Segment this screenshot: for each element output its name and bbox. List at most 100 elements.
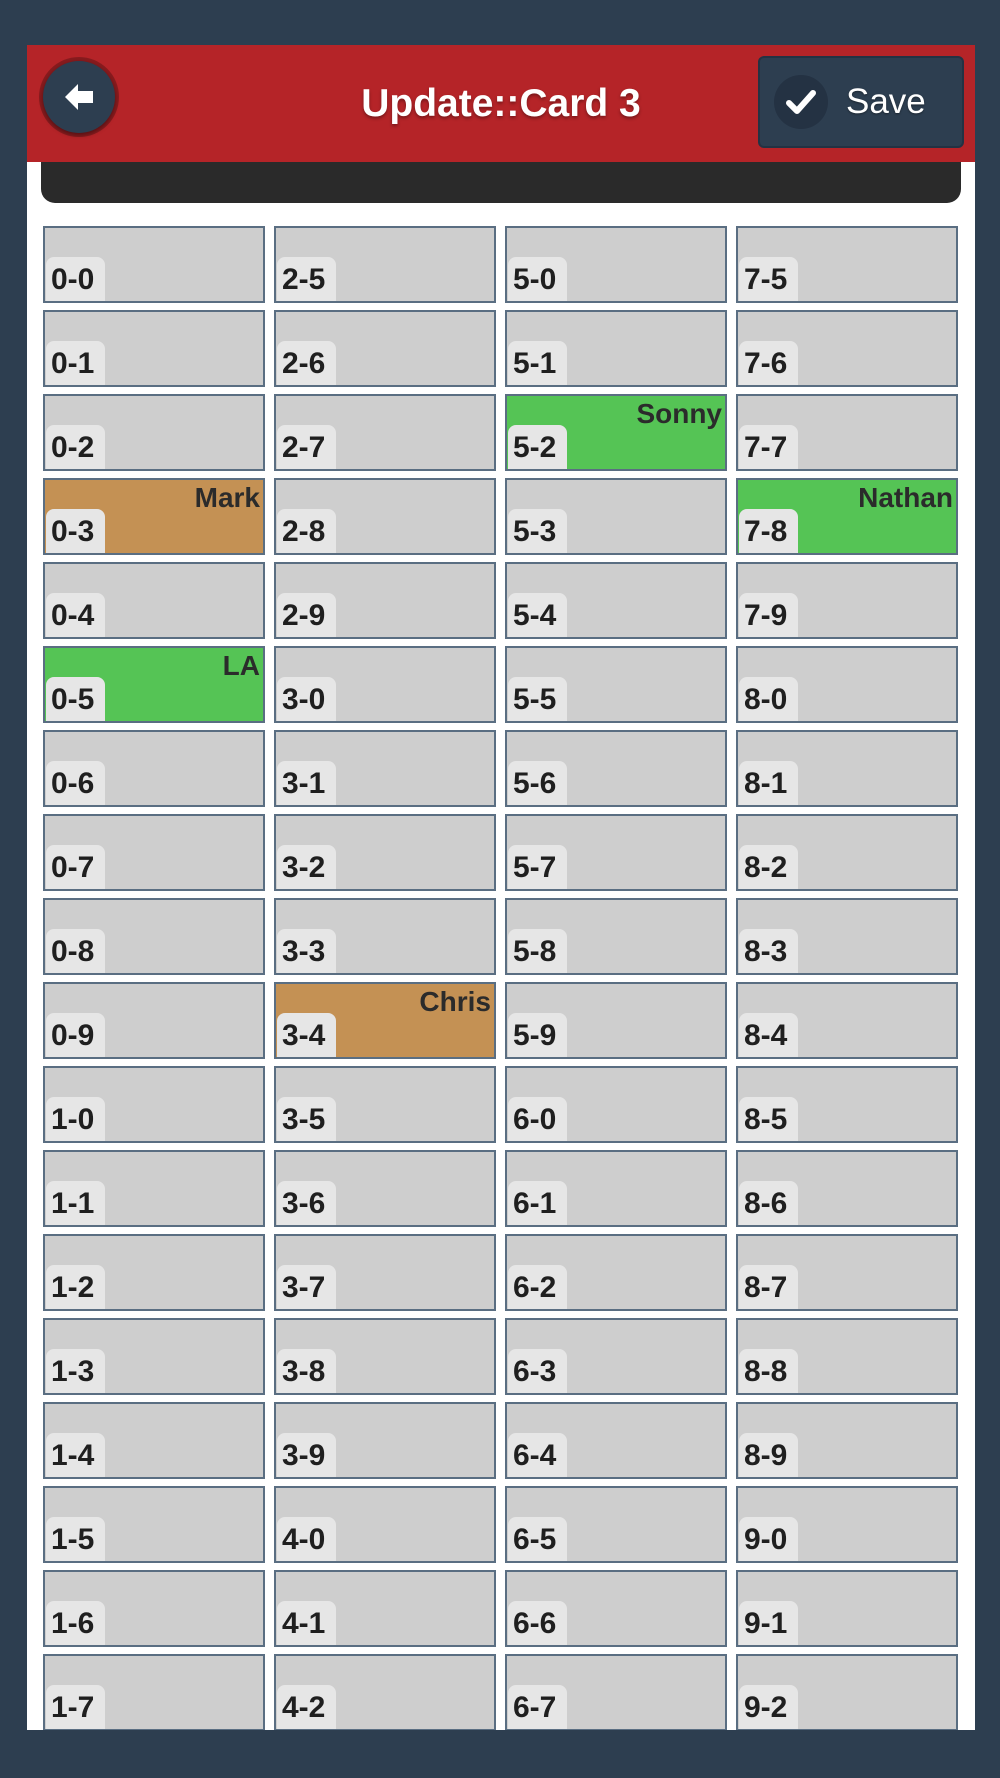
square-cell[interactable]: 4-1	[274, 1570, 496, 1647]
square-cell[interactable]: 5-6	[505, 730, 727, 807]
square-number: 8-9	[739, 1433, 798, 1477]
save-button[interactable]: Save	[758, 56, 964, 148]
square-cell[interactable]: 0-1	[43, 310, 265, 387]
header-shadow-bar	[41, 162, 961, 203]
square-cell[interactable]: LA 0-5	[43, 646, 265, 723]
square-number: 1-7	[46, 1685, 105, 1729]
square-number: 7-7	[739, 425, 798, 469]
card-editor-page: Update::Card 3 Save 0-0 2-5 5-0 7-5 0-1 2-6 5-…	[27, 45, 975, 1730]
square-number: 1-0	[46, 1097, 105, 1141]
square-cell[interactable]: 5-3	[505, 478, 727, 555]
square-cell[interactable]: 8-2	[736, 814, 958, 891]
square-cell[interactable]: 3-2	[274, 814, 496, 891]
square-number: 0-8	[46, 929, 105, 973]
square-cell[interactable]: 6-3	[505, 1318, 727, 1395]
square-cell[interactable]: 5-7	[505, 814, 727, 891]
square-cell[interactable]: 8-0	[736, 646, 958, 723]
square-cell[interactable]: 3-6	[274, 1150, 496, 1227]
square-cell[interactable]: 8-6	[736, 1150, 958, 1227]
square-cell[interactable]: 6-0	[505, 1066, 727, 1143]
square-cell[interactable]: 3-0	[274, 646, 496, 723]
square-number: 5-0	[508, 257, 567, 301]
square-owner-name: Mark	[194, 482, 260, 513]
square-cell[interactable]: 2-9	[274, 562, 496, 639]
square-cell[interactable]: 8-4	[736, 982, 958, 1059]
square-cell[interactable]: 1-0	[43, 1066, 265, 1143]
square-cell[interactable]: 3-1	[274, 730, 496, 807]
square-cell[interactable]: 0-4	[43, 562, 265, 639]
square-cell[interactable]: 8-7	[736, 1234, 958, 1311]
square-number: 0-1	[46, 341, 105, 385]
square-cell[interactable]: 6-1	[505, 1150, 727, 1227]
square-cell[interactable]: Nathan 7-8	[736, 478, 958, 555]
square-cell[interactable]: 0-7	[43, 814, 265, 891]
square-number: 5-1	[508, 341, 567, 385]
square-number: 3-0	[277, 677, 336, 721]
square-number: 0-9	[46, 1013, 105, 1057]
square-owner-name: Sonny	[636, 398, 722, 429]
square-cell[interactable]: 2-6	[274, 310, 496, 387]
square-cell[interactable]: 8-5	[736, 1066, 958, 1143]
square-cell[interactable]: 0-6	[43, 730, 265, 807]
square-cell[interactable]: 7-5	[736, 226, 958, 303]
square-number: 5-9	[508, 1013, 567, 1057]
square-number: 7-8	[739, 509, 798, 553]
square-number: 8-7	[739, 1265, 798, 1309]
square-cell[interactable]: 6-2	[505, 1234, 727, 1311]
square-cell[interactable]: 5-1	[505, 310, 727, 387]
square-cell[interactable]: 9-0	[736, 1486, 958, 1563]
square-cell[interactable]: 9-1	[736, 1570, 958, 1647]
square-cell[interactable]: Mark 0-3	[43, 478, 265, 555]
square-owner-name: Nathan	[858, 482, 953, 513]
square-number: 0-7	[46, 845, 105, 889]
square-cell[interactable]: 0-0	[43, 226, 265, 303]
square-cell[interactable]: 4-0	[274, 1486, 496, 1563]
square-cell[interactable]: 8-9	[736, 1402, 958, 1479]
square-cell[interactable]: 2-7	[274, 394, 496, 471]
square-cell[interactable]: 8-8	[736, 1318, 958, 1395]
square-cell[interactable]: 3-9	[274, 1402, 496, 1479]
square-cell[interactable]: 2-8	[274, 478, 496, 555]
square-cell[interactable]: 3-8	[274, 1318, 496, 1395]
square-cell[interactable]: 2-5	[274, 226, 496, 303]
square-cell[interactable]: 1-4	[43, 1402, 265, 1479]
square-cell[interactable]: 1-6	[43, 1570, 265, 1647]
square-number: 1-6	[46, 1601, 105, 1645]
square-cell[interactable]: 1-5	[43, 1486, 265, 1563]
square-cell[interactable]: 6-4	[505, 1402, 727, 1479]
square-cell[interactable]: 0-9	[43, 982, 265, 1059]
checkmark-icon	[774, 75, 828, 129]
square-cell[interactable]: 7-7	[736, 394, 958, 471]
square-cell[interactable]: 7-6	[736, 310, 958, 387]
square-cell[interactable]: 1-3	[43, 1318, 265, 1395]
square-cell[interactable]: 5-0	[505, 226, 727, 303]
square-cell[interactable]: 8-1	[736, 730, 958, 807]
square-number: 8-5	[739, 1097, 798, 1141]
square-cell[interactable]: 7-9	[736, 562, 958, 639]
square-cell[interactable]: 4-2	[274, 1654, 496, 1730]
square-cell[interactable]: 3-7	[274, 1234, 496, 1311]
square-cell[interactable]: 6-7	[505, 1654, 727, 1730]
square-cell[interactable]: 6-6	[505, 1570, 727, 1647]
square-number: 8-8	[739, 1349, 798, 1393]
square-cell[interactable]: 0-2	[43, 394, 265, 471]
square-cell[interactable]: 5-9	[505, 982, 727, 1059]
square-cell[interactable]: 5-8	[505, 898, 727, 975]
square-cell[interactable]: 9-2	[736, 1654, 958, 1730]
square-cell[interactable]: 0-8	[43, 898, 265, 975]
square-number: 3-4	[277, 1013, 336, 1057]
square-cell[interactable]: 5-5	[505, 646, 727, 723]
square-cell[interactable]: 8-3	[736, 898, 958, 975]
back-button[interactable]	[43, 61, 115, 133]
square-cell[interactable]: 3-3	[274, 898, 496, 975]
square-cell[interactable]: 6-5	[505, 1486, 727, 1563]
square-cell[interactable]: 3-5	[274, 1066, 496, 1143]
square-cell[interactable]: 1-7	[43, 1654, 265, 1730]
square-cell[interactable]: 1-1	[43, 1150, 265, 1227]
square-cell[interactable]: Chris 3-4	[274, 982, 496, 1059]
square-number: 6-7	[508, 1685, 567, 1729]
square-number: 5-2	[508, 425, 567, 469]
square-cell[interactable]: Sonny 5-2	[505, 394, 727, 471]
square-cell[interactable]: 1-2	[43, 1234, 265, 1311]
square-cell[interactable]: 5-4	[505, 562, 727, 639]
